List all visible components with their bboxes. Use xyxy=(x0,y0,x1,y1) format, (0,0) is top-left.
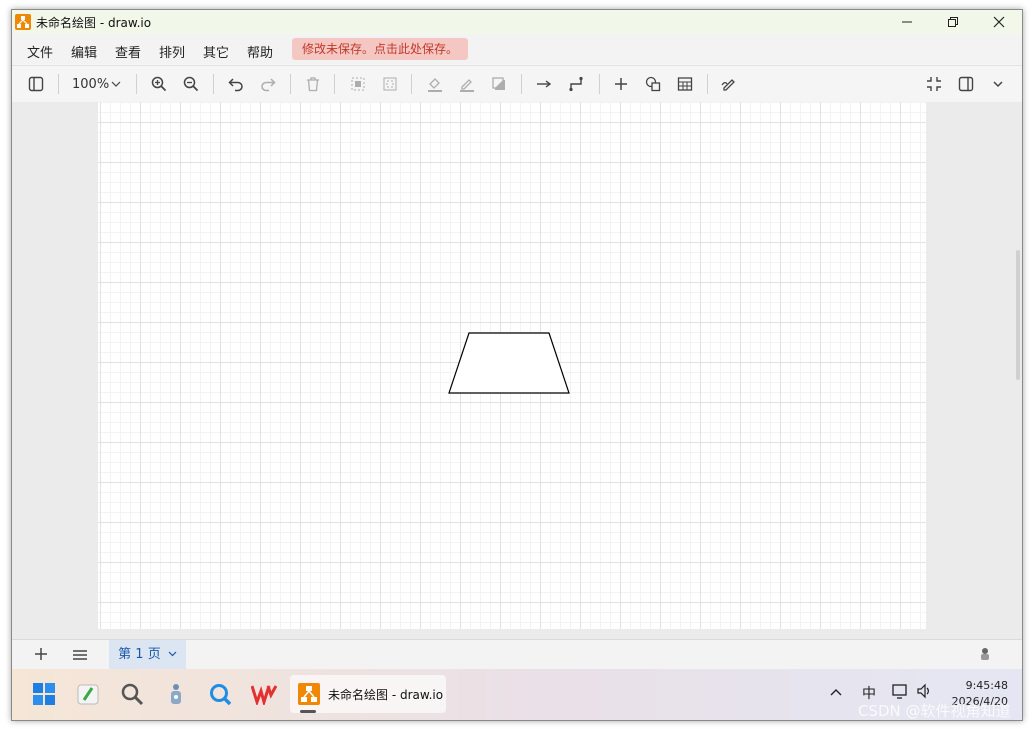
active-indicator xyxy=(300,710,316,713)
page-tab-label: 第 1 页 xyxy=(118,647,161,662)
line-color-icon[interactable] xyxy=(455,72,479,96)
taskbar-app-label: 未命名绘图 - draw.io xyxy=(328,688,444,702)
collapse-chevron-icon[interactable] xyxy=(986,72,1010,96)
title-bar: 未命名绘图 - draw.io xyxy=(12,10,1022,34)
tray-overflow-chevron-icon[interactable] xyxy=(830,685,842,701)
drawio-window: 未命名绘图 - draw.io 文件 编辑 查看 排列 其它 帮助 修改未保存。… xyxy=(11,9,1023,721)
toolbar-separator xyxy=(334,74,335,94)
zoom-level[interactable]: 100% xyxy=(72,77,109,92)
toolbar: 100% xyxy=(12,65,1022,103)
window-title: 未命名绘图 - draw.io xyxy=(36,16,152,30)
page-footer: 第 1 页 xyxy=(12,639,1022,670)
menu-bar: 文件 编辑 查看 排列 其它 帮助 修改未保存。点击此处保存。 xyxy=(12,34,1022,64)
clock-time: 9:45:48 xyxy=(965,679,1008,692)
delete-icon[interactable] xyxy=(301,72,325,96)
menu-arrange[interactable]: 排列 xyxy=(159,42,185,61)
to-front-icon[interactable] xyxy=(346,72,370,96)
wps-office-icon[interactable] xyxy=(250,680,278,708)
maximize-button[interactable] xyxy=(930,10,976,34)
toolbar-separator xyxy=(290,74,291,94)
bug-report-icon[interactable] xyxy=(978,646,992,667)
zoom-dropdown-chevron-icon[interactable] xyxy=(108,72,124,96)
browser-search-icon[interactable] xyxy=(206,680,234,708)
zoom-in-icon[interactable] xyxy=(147,72,171,96)
fullscreen-icon[interactable] xyxy=(922,72,946,96)
vertical-scrollbar[interactable] xyxy=(1016,250,1020,380)
cleaner-app-icon[interactable] xyxy=(74,680,102,708)
vpn-app-icon[interactable] xyxy=(162,680,190,708)
redo-icon[interactable] xyxy=(256,72,280,96)
add-page-icon[interactable] xyxy=(34,645,48,666)
menu-file[interactable]: 文件 xyxy=(27,42,53,61)
watermark-text: CSDN @软件视角知道 xyxy=(858,702,1011,720)
diagram-svg xyxy=(448,332,570,394)
page-tab-chevron-icon[interactable] xyxy=(168,649,177,658)
page-tab-1[interactable]: 第 1 页 xyxy=(109,640,186,670)
freehand-draw-icon[interactable] xyxy=(718,72,742,96)
to-back-icon[interactable] xyxy=(378,72,402,96)
toolbar-separator xyxy=(599,74,600,94)
taskbar-drawio-app[interactable]: 未命名绘图 - draw.io xyxy=(290,675,446,713)
toolbar-separator xyxy=(58,74,59,94)
zoom-out-icon[interactable] xyxy=(179,72,203,96)
connection-arrow-icon[interactable] xyxy=(532,72,556,96)
minimize-button[interactable] xyxy=(884,10,930,34)
search-tool-icon[interactable] xyxy=(118,680,146,708)
menu-extras[interactable]: 其它 xyxy=(203,42,229,61)
toolbar-separator xyxy=(213,74,214,94)
close-button[interactable] xyxy=(976,10,1022,34)
menu-edit[interactable]: 编辑 xyxy=(71,42,97,61)
table-icon[interactable] xyxy=(673,72,697,96)
format-panel-toggle-icon[interactable] xyxy=(24,72,48,96)
windows-start-icon[interactable] xyxy=(30,680,58,708)
toolbar-separator xyxy=(136,74,137,94)
drawio-logo-icon xyxy=(15,14,31,30)
trapezoid-shape[interactable] xyxy=(448,332,570,394)
toolbar-separator xyxy=(411,74,412,94)
unsaved-changes-notice[interactable]: 修改未保存。点击此处保存。 xyxy=(292,38,469,60)
shadow-icon[interactable] xyxy=(487,72,511,96)
diagram-page[interactable] xyxy=(98,102,926,629)
waypoints-icon[interactable] xyxy=(564,72,588,96)
sidebar-toggle-icon[interactable] xyxy=(954,72,978,96)
toolbar-separator xyxy=(521,74,522,94)
menu-view[interactable]: 查看 xyxy=(115,42,141,61)
insert-plus-icon[interactable] xyxy=(609,72,633,96)
drawio-taskbar-logo-icon xyxy=(298,683,320,705)
fill-color-icon[interactable] xyxy=(423,72,447,96)
pages-menu-icon[interactable] xyxy=(72,646,88,667)
toolbar-separator xyxy=(707,74,708,94)
shapes-icon[interactable] xyxy=(641,72,665,96)
canvas-area[interactable] xyxy=(12,102,1022,639)
menu-help[interactable]: 帮助 xyxy=(247,42,273,61)
undo-icon[interactable] xyxy=(224,72,248,96)
